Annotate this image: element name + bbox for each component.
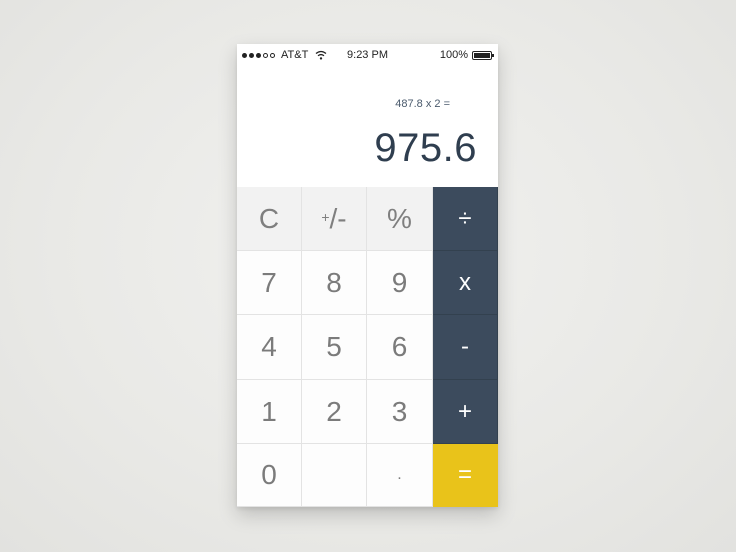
battery-icon <box>472 50 494 60</box>
battery-percent: 100% <box>439 49 468 61</box>
digit-6-button[interactable]: 6 <box>367 315 433 380</box>
digit-7-button[interactable]: 7 <box>237 251 302 315</box>
blank-key <box>302 444 367 507</box>
keypad: C +/- % ÷ 7 8 9 x 4 5 6 - 1 2 3 + 0 . = <box>237 187 498 507</box>
divide-button[interactable]: ÷ <box>433 187 498 251</box>
digit-5-button[interactable]: 5 <box>302 315 367 380</box>
add-button[interactable]: + <box>433 380 498 444</box>
decimal-button[interactable]: . <box>367 444 433 507</box>
digit-9-button[interactable]: 9 <box>367 251 433 315</box>
digit-4-button[interactable]: 4 <box>237 315 302 380</box>
digit-0-button[interactable]: 0 <box>237 444 302 507</box>
percent-button[interactable]: % <box>367 187 433 251</box>
plus-minus-sup: + <box>321 208 330 225</box>
subtract-button[interactable]: - <box>433 315 498 380</box>
calculator-phone: AT&T 9:23 PM 100% 487.8 x 2 = 975.6 C + /… <box>237 44 498 507</box>
calculator-display: 487.8 x 2 = 975.6 <box>237 66 498 186</box>
digit-2-button[interactable]: 2 <box>302 380 367 444</box>
digit-3-button[interactable]: 3 <box>367 380 433 444</box>
status-right: 100% <box>439 49 494 61</box>
multiply-button[interactable]: x <box>433 251 498 315</box>
digit-1-button[interactable]: 1 <box>237 380 302 444</box>
clear-button[interactable]: C <box>237 187 302 251</box>
plus-minus-button[interactable]: +/- <box>302 187 367 251</box>
status-bar: AT&T 9:23 PM 100% <box>237 44 498 66</box>
result-text: 975.6 <box>374 126 477 170</box>
equals-button[interactable]: = <box>433 444 498 507</box>
digit-8-button[interactable]: 8 <box>302 251 367 315</box>
expression-text: 487.8 x 2 = <box>395 98 450 110</box>
plus-minus-rest: /- <box>329 202 347 234</box>
